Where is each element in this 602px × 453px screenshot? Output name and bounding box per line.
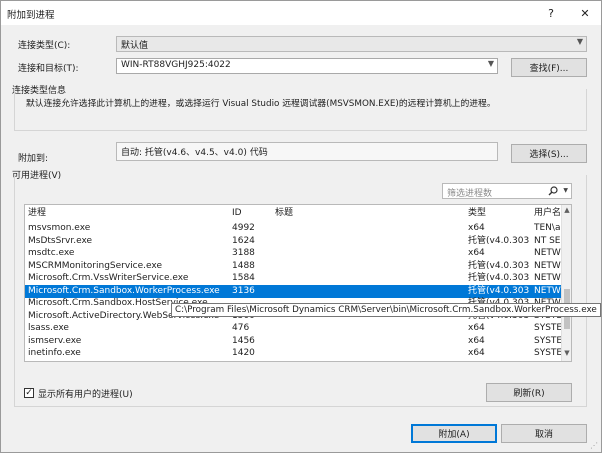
size-grip-icon[interactable]: ⋰ <box>590 441 598 450</box>
cell-id: 3188 <box>232 248 255 258</box>
filter-processes-input[interactable]: 筛选进程数 ▼ <box>442 183 572 199</box>
cell-user: SYSTE <box>534 348 562 358</box>
cell-type: 托管(v4.0.303... <box>468 235 530 246</box>
chevron-down-icon: ▼ <box>487 59 494 68</box>
process-list-scrollbar[interactable]: ▲ ▼ <box>561 205 571 361</box>
cell-process: lsass.exe <box>28 323 69 333</box>
cell-title <box>275 247 465 260</box>
cell-process: ismserv.exe <box>28 335 82 346</box>
cell-process: Microsoft.Crm.VssWriterService.exe <box>28 273 189 283</box>
cell-process: MSCRMMonitoringService.exe <box>28 260 162 271</box>
cell-id: 4992 <box>232 223 255 233</box>
connection-target-combobox[interactable]: WIN-RT88VGHJ925:4022 ▼ <box>116 58 498 74</box>
table-row[interactable]: ismserv.exe 1456 x64 SYSTE <box>25 335 562 348</box>
cell-type: 托管(v4.0.303... <box>468 260 530 271</box>
cell-title <box>275 272 465 285</box>
attach-to-process-dialog: 附加到进程 ? ✕ 连接类型(C): 默认值 ▼ 连接和目标(T): WIN-R… <box>0 0 602 453</box>
attach-to-value: 自动: 托管(v4.6、v4.5、v4.0) 代码 <box>121 148 268 158</box>
attach-button[interactable]: 附加(A) <box>411 424 497 443</box>
column-header-id[interactable]: ID <box>232 207 272 220</box>
cell-id: 3136 <box>232 285 255 296</box>
process-list[interactable]: 进程 ID 标题 类型 用户名 msvsmon.exe 4992 x64 TEN\a M… <box>24 204 572 362</box>
cell-type: 托管(v4.0.303... <box>468 273 530 283</box>
connection-info-text: 默认连接允许选择此计算机上的进程，或选择运行 Visual Studio 远程调… <box>26 99 496 109</box>
search-icon[interactable] <box>548 186 558 196</box>
column-header-process[interactable]: 进程 <box>28 207 228 220</box>
process-path-tooltip: C:\Program Files\Microsoft Dynamics CRM\… <box>171 303 601 317</box>
cell-user: NETW <box>534 285 561 296</box>
table-row[interactable]: MSCRMMonitoringService.exe 1488 托管(v4.0.30… <box>25 260 561 273</box>
cell-id: 1584 <box>232 273 255 283</box>
cell-process: msvsmon.exe <box>28 223 91 233</box>
select-button[interactable]: 选择(S)... <box>511 144 587 163</box>
connection-type-value: 默认值 <box>121 41 149 51</box>
table-row-selected[interactable]: Microsoft.Crm.Sandbox.WorkerProcess.exe 3… <box>25 284 561 298</box>
attach-to-field: 自动: 托管(v4.6、v4.5、v4.0) 代码 <box>116 142 498 161</box>
column-header-user[interactable]: 用户名 <box>534 207 562 220</box>
connection-type-label: 连接类型(C): <box>18 41 71 51</box>
cell-id: 1456 <box>232 335 255 346</box>
window-title: 附加到进程 <box>7 10 55 21</box>
cancel-button[interactable]: 取消 <box>501 424 587 443</box>
filter-placeholder: 筛选进程数 <box>447 189 493 199</box>
table-row[interactable]: MsDtsSrvr.exe 1624 托管(v4.0.303... NT SE <box>25 235 561 248</box>
connection-target-value: WIN-RT88VGHJ925:4022 <box>121 60 231 70</box>
cell-title <box>275 322 465 335</box>
cell-id: 1624 <box>232 235 255 246</box>
cell-type: x64 <box>468 323 485 333</box>
cell-user: NETW <box>534 260 561 271</box>
table-row[interactable]: Microsoft.Crm.VssWriterService.exe 1584 托管… <box>25 272 561 285</box>
connection-target-label: 连接和目标(T): <box>18 64 79 74</box>
cell-process: MsDtsSrvr.exe <box>28 235 93 246</box>
cell-title <box>275 285 465 298</box>
cell-user: SYSTE <box>534 335 562 346</box>
cell-id: 1488 <box>232 260 255 271</box>
show-all-users-checkbox[interactable]: ✓ <box>24 388 34 398</box>
process-list-header: 进程 ID 标题 类型 用户名 <box>25 207 571 220</box>
table-row[interactable]: lsass.exe 476 x64 SYSTE <box>25 322 562 335</box>
cell-title <box>275 222 465 235</box>
cell-title <box>275 347 465 360</box>
cell-id: 476 <box>232 323 250 333</box>
cell-type: x64 <box>468 335 485 346</box>
title-bar: 附加到进程 ? ✕ <box>1 1 601 25</box>
chevron-down-icon: ▼ <box>576 37 583 46</box>
cell-type: x64 <box>468 223 485 233</box>
cell-user: NT SE <box>534 235 561 246</box>
cell-title <box>275 260 465 273</box>
refresh-button[interactable]: 刷新(R) <box>486 383 572 402</box>
column-header-type[interactable]: 类型 <box>468 207 530 220</box>
column-header-title[interactable]: 标题 <box>275 207 465 220</box>
scroll-up-icon[interactable]: ▲ <box>562 206 571 214</box>
cell-user: NETW <box>534 273 561 283</box>
attach-to-label: 附加到: <box>18 154 49 164</box>
cell-process: inetinfo.exe <box>28 348 81 358</box>
cell-user: TEN\a <box>534 223 561 233</box>
check-icon: ✓ <box>25 388 33 398</box>
cell-title <box>275 235 465 248</box>
cell-type: x64 <box>468 248 485 258</box>
cell-user: NETW <box>534 248 561 258</box>
show-all-users-label[interactable]: 显示所有用户的进程(U) <box>38 387 133 400</box>
find-button[interactable]: 查找(F)... <box>511 58 587 77</box>
table-row[interactable]: inetinfo.exe 1420 x64 SYSTE <box>25 347 562 360</box>
help-icon[interactable]: ? <box>541 4 561 22</box>
cell-id: 1420 <box>232 348 255 358</box>
cell-type: 托管(v4.0.303... <box>468 285 530 296</box>
cell-user: SYSTE <box>534 323 562 333</box>
close-icon[interactable]: ✕ <box>575 4 595 22</box>
connection-type-dropdown[interactable]: 默认值 ▼ <box>116 36 587 52</box>
table-row[interactable]: msdtc.exe 3188 x64 NETW <box>25 247 561 260</box>
table-row[interactable]: msvsmon.exe 4992 x64 TEN\a <box>25 222 561 235</box>
chevron-down-icon[interactable]: ▼ <box>563 187 568 194</box>
cell-process: Microsoft.Crm.Sandbox.WorkerProcess.exe <box>28 285 220 296</box>
cell-process: msdtc.exe <box>28 248 75 258</box>
scroll-down-icon[interactable]: ▼ <box>562 349 571 357</box>
cell-type: x64 <box>468 348 485 358</box>
cell-title <box>275 335 465 348</box>
